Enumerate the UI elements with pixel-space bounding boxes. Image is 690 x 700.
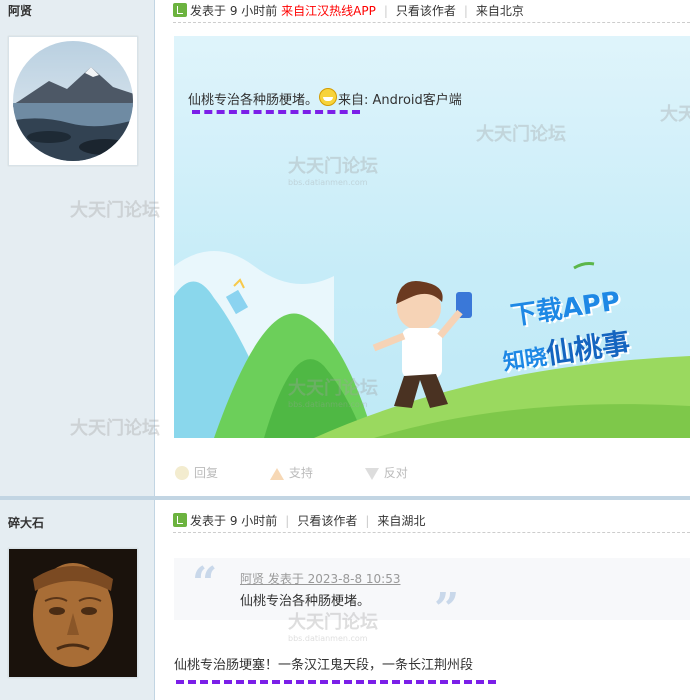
avatar-image [9,549,137,677]
support-action[interactable]: 支持 [269,466,337,480]
posted-label: 发表于 [190,514,227,528]
post-time: 9 小时前 [229,514,278,528]
annotation-underline [176,680,496,684]
quote-header-link[interactable]: 阿贤 发表于 2023-8-8 10:53 [240,570,401,587]
post-actions: 回复 支持 反对 [175,464,456,481]
laugh-emoji-icon [319,88,338,106]
app-promo-banner[interactable]: 仙桃专治各种肠梗堵。 来自: Android客户端 下载APP 知晓仙桃事 [174,36,690,438]
post-1: 阿贤 发表于 9 小时前 来自江汉热线APP | 只看该作者 | 来自北京 仙桃… [0,0,690,500]
only-author-link[interactable]: 只看该作者 [297,514,357,528]
divider: | [383,4,388,18]
reply-action[interactable]: 回复 [175,466,242,480]
post-source-link[interactable]: 来自江汉热线APP [281,4,376,18]
post-time: 9 小时前 [229,4,278,18]
posted-label: 发表于 [190,4,227,18]
author-sidebar: 碎大石 [0,500,155,700]
author-name[interactable]: 阿贤 [8,2,32,19]
divider: | [285,514,290,528]
online-status-icon [173,3,187,17]
post-meta: 发表于 9 小时前 来自江汉热线APP | 只看该作者 | 来自北京 [173,0,690,23]
post-location: 来自北京 [475,4,524,18]
open-quote-icon: “ [192,558,218,609]
avatar[interactable] [8,548,138,678]
reply-message: 仙桃专治肠埂塞！一条汉江鬼天段，一条长江荆州段 [174,658,474,673]
divider: | [365,514,370,528]
avatar[interactable] [8,36,138,166]
thumb-down-arrow-icon [364,468,379,480]
promo-word-zhixiao: 知晓 [501,344,549,376]
post-content: 发表于 9 小时前 来自江汉热线APP | 只看该作者 | 来自北京 仙桃专治各… [155,0,690,496]
reply-icon [175,466,189,480]
quote-block: “ 阿贤 发表于 2023-8-8 10:53 仙桃专治各种肠梗堵。 ” [174,558,690,632]
post-meta: 发表于 9 小时前 | 只看该作者 | 来自湖北 [173,510,690,533]
post-location: 来自湖北 [377,514,426,528]
annotation-underline [192,110,360,114]
author-sidebar: 阿贤 [0,0,155,496]
thumb-up-arrow-icon [269,468,284,480]
online-status-icon [173,513,187,527]
quote-body: 仙桃专治各种肠梗堵。 [240,594,371,609]
close-quote-icon: ” [434,584,460,635]
author-name[interactable]: 碎大石 [8,514,44,531]
client-source: 来自: Android客户端 [338,93,462,108]
avatar-image [13,41,133,161]
post-message: 仙桃专治各种肠梗堵。 来自: Android客户端 [188,88,462,108]
divider: | [463,4,468,18]
only-author-link[interactable]: 只看该作者 [396,4,456,18]
oppose-action[interactable]: 反对 [364,466,432,480]
